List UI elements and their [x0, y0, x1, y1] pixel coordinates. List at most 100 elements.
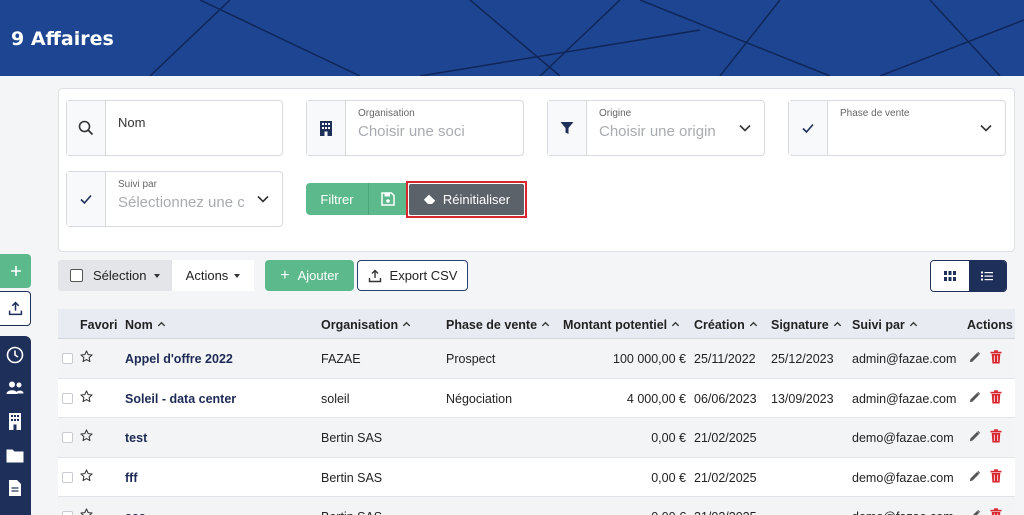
search-icon [67, 101, 106, 155]
chevron-down-icon[interactable] [738, 121, 752, 135]
col-organisation[interactable]: Organisation [321, 318, 411, 332]
deal-organisation: Bertin SAS [321, 510, 382, 515]
side-import-button[interactable] [0, 291, 31, 326]
table-row[interactable]: Soleil - data center soleil Négociation 4 0… [58, 378, 1015, 418]
deal-creation: 21/02/2025 [694, 431, 757, 445]
col-nom[interactable]: Nom [125, 318, 166, 332]
organisation-filter-label: Organisation [358, 108, 415, 119]
col-phase[interactable]: Phase de vente [446, 318, 550, 332]
row-checkbox[interactable] [62, 471, 73, 483]
trash-icon[interactable] [990, 508, 1002, 515]
table-row[interactable]: fff Bertin SAS 0,00 € 21/02/2025 demo@fazae.… [58, 457, 1015, 497]
star-icon[interactable] [80, 468, 93, 485]
deal-name[interactable]: test [125, 431, 147, 445]
organisation-placeholder: Choisir une soci [358, 123, 465, 140]
save-filter-button[interactable] [368, 183, 406, 215]
deal-creation: 21/02/2025 [694, 510, 757, 515]
col-signature[interactable]: Signature [771, 318, 842, 332]
check-icon [67, 172, 106, 226]
pencil-icon[interactable] [968, 430, 981, 446]
trash-icon[interactable] [990, 468, 1002, 486]
select-all-checkbox[interactable] [70, 269, 83, 282]
deal-organisation: FAZAE [321, 352, 361, 366]
selection-label: Sélection [93, 268, 147, 283]
row-checkbox[interactable] [62, 511, 73, 515]
filter-button[interactable]: Filtrer [306, 183, 368, 215]
suivi-placeholder: Sélectionnez une c [118, 194, 245, 211]
chevron-down-icon[interactable] [256, 192, 270, 206]
list-view-button[interactable] [968, 261, 1006, 291]
grid-icon [943, 271, 956, 281]
pencil-icon[interactable] [968, 470, 981, 486]
row-checkbox[interactable] [62, 392, 73, 404]
folder-icon[interactable] [4, 444, 26, 466]
export-csv-button[interactable]: Export CSV [357, 260, 468, 291]
export-csv-label: Export CSV [389, 268, 458, 283]
deal-montant: 0,00 € [651, 470, 686, 485]
col-favori: Favori [80, 318, 118, 332]
col-suivi[interactable]: Suivi par [852, 318, 918, 332]
sort-icon [833, 318, 842, 332]
filter-button-group: Filtrer [306, 183, 406, 215]
table-row[interactable]: aaa Bertin SAS 0,00 € 21/02/2025 demo@fazae.… [58, 497, 1015, 515]
plus-icon: + [280, 266, 290, 284]
phase-filter[interactable]: Phase de vente [788, 100, 1006, 156]
deal-montant: 0,00 € [578, 510, 686, 515]
trash-icon[interactable] [990, 429, 1002, 446]
reset-button[interactable]: Réinitialiser [409, 184, 524, 215]
origine-filter[interactable]: Origine Choisir une origin [547, 100, 765, 156]
deal-name[interactable]: aaa [125, 510, 146, 515]
sort-icon [157, 318, 166, 332]
deal-creation: 25/11/2022 [694, 352, 756, 366]
pencil-icon[interactable] [968, 509, 981, 515]
organisation-filter[interactable]: Organisation Choisir une soci [306, 100, 524, 156]
star-icon[interactable] [80, 350, 93, 366]
table-row[interactable]: test Bertin SAS 0,00 € 21/02/2025 demo@fazae… [58, 418, 1015, 458]
pencil-icon[interactable] [968, 351, 981, 367]
side-add-button[interactable] [0, 254, 31, 288]
deal-name[interactable]: Soleil - data center [125, 392, 236, 406]
page-title: 9 Affaires [11, 28, 114, 50]
suivi-filter-label: Suivi par [118, 179, 157, 190]
actions-label: Actions [185, 268, 229, 283]
deal-montant: 100 000,00 € [613, 352, 686, 366]
deal-phase: Prospect [446, 352, 496, 366]
caret-down-icon [154, 273, 161, 278]
check-icon [789, 101, 828, 155]
document-icon[interactable] [4, 477, 26, 499]
star-icon[interactable] [80, 429, 93, 445]
deal-montant: 0,00 € [651, 431, 686, 445]
deal-name[interactable]: fff [125, 471, 138, 485]
funnel-icon [548, 101, 587, 155]
building-icon[interactable] [4, 410, 26, 432]
list-icon [981, 271, 994, 281]
table-row[interactable]: Appel d'offre 2022 FAZAE Prospect 100 000,0… [58, 339, 1015, 379]
selection-dropdown[interactable]: Sélection [58, 260, 172, 291]
view-toggle [930, 260, 1007, 292]
chevron-down-icon[interactable] [979, 121, 993, 135]
star-icon[interactable] [80, 508, 93, 515]
nom-filter[interactable]: Nom [66, 100, 283, 156]
upload-icon [8, 301, 22, 316]
col-actions: Actions [967, 318, 1013, 332]
contacts-icon[interactable] [4, 377, 26, 399]
nom-filter-label: Nom [118, 115, 146, 130]
star-icon[interactable] [80, 389, 93, 406]
deal-name[interactable]: Appel d'offre 2022 [125, 352, 233, 366]
sort-icon [671, 318, 680, 332]
pencil-icon[interactable] [968, 391, 981, 407]
phase-filter-label: Phase de vente [840, 108, 910, 119]
sort-icon [402, 318, 411, 332]
col-montant[interactable]: Montant potentiel [563, 318, 680, 332]
suivi-filter[interactable]: Suivi par Sélectionnez une c [66, 171, 283, 227]
row-checkbox[interactable] [62, 432, 73, 443]
row-checkbox[interactable] [62, 353, 73, 364]
actions-dropdown[interactable]: Actions [172, 260, 254, 291]
add-button[interactable]: + Ajouter [265, 260, 354, 291]
trash-icon[interactable] [990, 350, 1002, 367]
trash-icon[interactable] [990, 389, 1002, 407]
grid-view-button[interactable] [931, 261, 969, 291]
col-creation[interactable]: Création [694, 318, 758, 332]
sort-icon [749, 318, 758, 332]
history-icon[interactable] [4, 344, 26, 366]
